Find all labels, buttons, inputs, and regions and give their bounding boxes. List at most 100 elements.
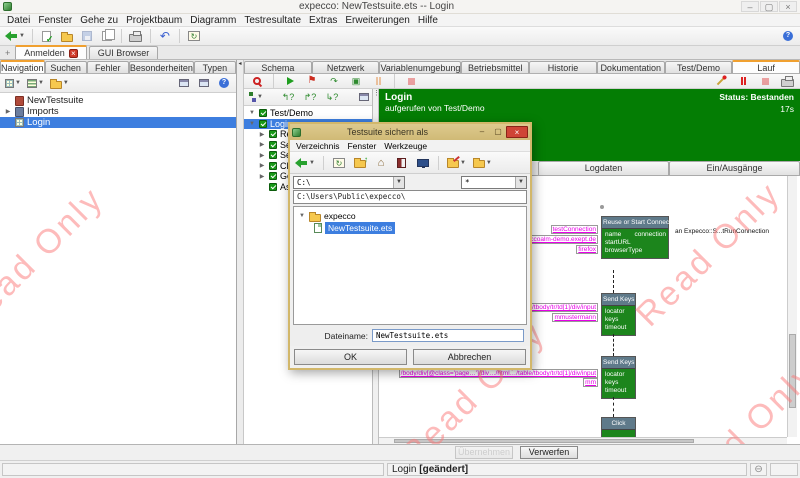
goto-step2-button[interactable]: ↱? [301,89,319,105]
tab-navigation[interactable]: Navigation [0,60,45,73]
tab-gui-browser[interactable]: GUI Browser [89,46,159,59]
menu-datei[interactable]: Datei [3,15,34,26]
menu-erweiterungen[interactable]: Erweiterungen [341,15,413,26]
chevron-down-icon[interactable]: ▼ [515,177,526,188]
pause-button[interactable] [369,73,387,89]
ok-button[interactable]: OK [294,349,407,365]
pin-timeout[interactable]: timeout [605,324,633,332]
input-value-testconnection[interactable]: testConnection [551,225,598,234]
menu-hilfe[interactable]: Hilfe [414,15,442,26]
checkbox-checked-icon[interactable] [269,141,277,149]
filename-input[interactable]: NewTestsuite.ets [372,329,524,342]
path-field[interactable]: C:\Users\Public\expecco\ [293,190,527,204]
add-tab-button[interactable]: + [2,48,13,59]
checkbox-checked-icon[interactable] [269,183,277,191]
menu-extras[interactable]: Extras [305,15,341,26]
back-button[interactable]: ▼ [3,28,27,44]
menu-gehezu[interactable]: Gehe zu [76,15,122,26]
stop-run-button[interactable] [756,73,774,89]
expander-icon[interactable]: ▶ [258,141,266,148]
print-report-button[interactable] [778,73,796,89]
input-value-mmustermann[interactable]: mmustermann [552,313,598,322]
tab-fehler[interactable]: Fehler [87,61,129,73]
close-tab-icon[interactable]: × [69,49,78,58]
goto-step1-button[interactable]: ↰? [279,89,297,105]
expander-icon[interactable]: ▶ [258,162,266,169]
pin-keys[interactable]: keys [605,316,633,324]
tab-logdaten[interactable]: Logdaten [538,161,669,175]
checkbox-checked-icon[interactable] [269,162,277,170]
tab-dokumentation[interactable]: Dokumentation [597,61,665,73]
run-to-end-button[interactable]: ⚑ [303,73,321,89]
status-cell-resize[interactable] [770,463,798,476]
menu-fenster[interactable]: Fenster [34,15,76,26]
list-mode-button[interactable]: ▼ [25,75,46,91]
dialog-close-button[interactable]: × [506,126,528,138]
open-in-window-button[interactable] [355,89,373,105]
dialog-folder-options-button[interactable]: ▼ [471,155,494,171]
tree-item-login[interactable]: Login [0,117,236,128]
pin-locator[interactable]: locator [605,371,633,379]
checkbox-checked-icon[interactable] [269,130,277,138]
tab-besonderheiten[interactable]: Besonderheiten [129,61,194,73]
dialog-folder-up-button[interactable] [351,155,369,171]
dialog-home-button[interactable]: ⌂ [372,155,390,171]
dialog-menu-verzeichnis[interactable]: Verzeichnis [293,141,342,151]
tree-item-newtestsuite[interactable]: NewTestsuite [0,95,236,106]
pin-name[interactable]: name [605,231,621,239]
minimize-button[interactable]: – [741,1,759,12]
expander-icon[interactable]: ▼ [248,121,256,127]
vertical-scrollbar[interactable] [787,176,797,437]
folder-row-expecco[interactable]: ▼ expecco [294,210,526,222]
pause-run-button[interactable] [734,73,752,89]
dialog-refresh-button[interactable]: ↻ [330,155,348,171]
pin-locator[interactable]: locator [605,308,633,316]
goto-step3-button[interactable]: ↳? [323,89,341,105]
tab-test-demo[interactable]: Test/Demo [665,61,733,73]
scrollbar-thumb[interactable] [394,439,694,443]
dialog-back-button[interactable]: ▼ [293,155,317,171]
menu-diagramm[interactable]: Diagramm [186,15,240,26]
dialog-minimize-button[interactable]: – [474,126,490,138]
save-button[interactable] [78,28,96,44]
menu-projektbaum[interactable]: Projektbaum [122,15,186,26]
dialog-title-bar[interactable]: Testsuite sichern als – ▢ × [290,124,530,140]
horizontal-scrollbar[interactable] [379,437,787,444]
tab-typen[interactable]: Typen [194,61,236,73]
help-button[interactable]: ? [779,28,797,44]
split-window-button[interactable] [195,75,213,91]
dialog-computer-button[interactable] [414,155,432,171]
connector-mode-button[interactable]: ▼ [247,89,265,105]
tree-item-imports[interactable]: ▶ Imports [0,106,236,117]
maximize-button[interactable]: ▢ [760,1,778,12]
chevron-down-icon[interactable]: ▼ [393,177,404,188]
input-value-mm[interactable]: mm [583,378,598,387]
checkbox-checked-icon[interactable] [259,120,267,128]
pin-keys[interactable]: keys [605,379,633,387]
open-button[interactable] [58,28,76,44]
reload-view-button[interactable]: ↻ [185,28,203,44]
tab-netzwerk[interactable]: Netzwerk [312,61,380,73]
cancel-button[interactable]: Abbrechen [413,349,526,365]
dialog-edit-folder-button[interactable]: ▼ [445,155,468,171]
dialog-maximize-button[interactable]: ▢ [490,126,506,138]
tab-lauf[interactable]: Lauf [732,60,800,73]
dialog-menu-werkzeuge[interactable]: Werkzeuge [381,141,430,151]
accept-document-button[interactable] [38,28,56,44]
input-value-locator-2[interactable]: /body/div[@class='page…']/div…/html…/tab… [399,369,598,378]
tab-ein-ausgaenge[interactable]: Ein/Ausgänge [669,161,800,175]
pin-connection[interactable]: connection [635,231,666,239]
step-over-button[interactable]: ↷ [325,73,343,89]
step-test-demo[interactable]: ▼ Test/Demo [244,108,372,119]
debug-button[interactable] [712,73,730,89]
dialog-menu-fenster[interactable]: Fenster [344,141,379,151]
run-button[interactable] [281,73,299,89]
drive-combo[interactable]: C:\ ▼ [293,176,405,189]
float-window-button[interactable] [175,75,193,91]
tab-schema[interactable]: Schema [244,61,312,73]
expander-icon[interactable]: ▼ [248,110,256,116]
pin-browsertype[interactable]: browserType [605,247,666,255]
node-send-keys-2[interactable]: Send Keys locator keys timeout [601,356,636,399]
find-run-button[interactable] [248,73,266,89]
checkbox-checked-icon[interactable] [269,172,277,180]
